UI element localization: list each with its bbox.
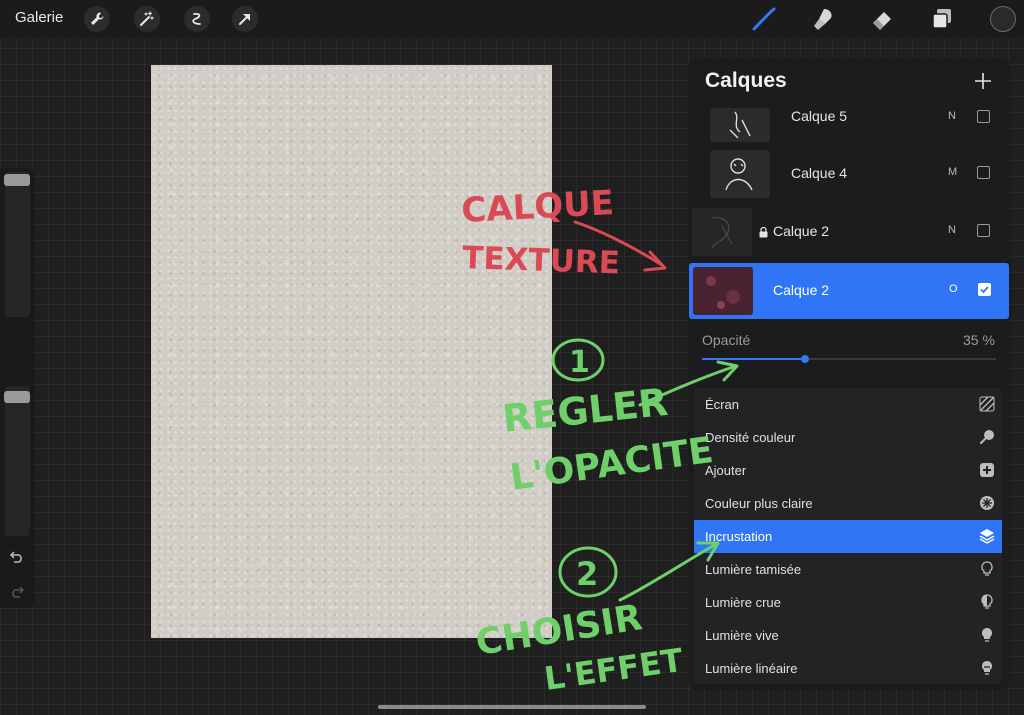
layer-thumbnail bbox=[692, 208, 752, 256]
red-arrow bbox=[573, 220, 664, 267]
plus-square-icon bbox=[980, 463, 994, 477]
layers-stack-icon bbox=[979, 529, 995, 544]
layers-icon[interactable] bbox=[929, 6, 955, 32]
blend-mode-ajouter[interactable]: Ajouter bbox=[694, 454, 1002, 487]
opacity-slider[interactable] bbox=[702, 355, 996, 363]
blend-mode-lumiere-crue[interactable]: Lumière crue bbox=[694, 586, 1002, 619]
bulb-outline-icon bbox=[981, 561, 993, 576]
blend-mode-label: Incrustation bbox=[705, 529, 773, 544]
layer-row[interactable]: Calque 4 M bbox=[688, 146, 1011, 202]
gallery-button[interactable]: Galerie bbox=[15, 9, 63, 26]
layer-thumbnail bbox=[710, 108, 770, 142]
layer-blend-mode[interactable]: N bbox=[948, 110, 956, 122]
layer-row[interactable]: Calque 5 N bbox=[688, 88, 1011, 144]
smudge-icon[interactable] bbox=[810, 6, 836, 32]
opacity-slider-fill bbox=[702, 358, 805, 360]
lock-icon bbox=[759, 225, 768, 243]
opacity-slider-handle[interactable] bbox=[800, 355, 809, 363]
home-indicator bbox=[378, 705, 646, 709]
bulb-linear-icon bbox=[982, 661, 992, 675]
red-arrow-head bbox=[643, 250, 667, 272]
blend-mode-label: Couleur plus claire bbox=[705, 496, 813, 511]
layer-blend-mode[interactable]: M bbox=[948, 166, 957, 178]
blend-mode-lumiere-tamisee[interactable]: Lumière tamisée bbox=[694, 553, 1002, 586]
sparkle-circle-icon bbox=[980, 496, 994, 510]
blend-mode-list: Écran Densité couleur Ajouter Couleur pl… bbox=[694, 388, 1002, 684]
undo-icon[interactable] bbox=[9, 549, 25, 568]
opacity-value: 35 % bbox=[963, 332, 995, 348]
layer-name: Calque 2 bbox=[773, 223, 830, 239]
opacity-label: Opacité bbox=[702, 332, 751, 348]
hatched-square-icon bbox=[979, 396, 995, 412]
layer-name: Calque 4 bbox=[791, 165, 848, 181]
layer-row-selected[interactable]: Calque 2 O bbox=[689, 263, 1009, 319]
blend-mode-label: Lumière crue bbox=[705, 595, 781, 610]
layer-visibility-checkbox[interactable] bbox=[977, 110, 990, 123]
annotation-text: 1 bbox=[569, 345, 590, 380]
blend-mode-label: Densité couleur bbox=[705, 430, 796, 445]
blend-mode-couleur-plus-claire[interactable]: Couleur plus claire bbox=[694, 487, 1002, 520]
check-icon bbox=[980, 286, 989, 294]
layer-row[interactable]: Calque 2 N bbox=[688, 204, 1011, 260]
brush-size-handle[interactable] bbox=[4, 174, 30, 186]
transform-arrow-icon[interactable] bbox=[232, 6, 258, 32]
sidebar-sliders bbox=[0, 168, 35, 608]
eraser-icon[interactable] bbox=[869, 6, 895, 32]
blend-mode-densite-couleur[interactable]: Densité couleur bbox=[694, 421, 1002, 454]
blend-mode-lumiere-vive[interactable]: Lumière vive bbox=[694, 619, 1002, 652]
blend-mode-lumiere-lineaire[interactable]: Lumière linéaire bbox=[694, 652, 1002, 685]
layer-name: Calque 5 bbox=[791, 108, 848, 124]
bulb-half-icon bbox=[981, 594, 993, 609]
brush-opacity-slider[interactable] bbox=[4, 386, 30, 536]
layer-thumbnail bbox=[693, 267, 753, 315]
layer-visibility-checkbox[interactable] bbox=[977, 166, 990, 179]
layer-name: Calque 2 bbox=[773, 282, 830, 298]
step1-circle bbox=[551, 338, 605, 382]
blend-mode-ecran[interactable]: Écran bbox=[694, 388, 1002, 421]
blend-mode-incrustation[interactable]: Incrustation bbox=[694, 520, 1002, 553]
brush-icon[interactable] bbox=[751, 6, 777, 32]
blend-mode-label: Lumière linéaire bbox=[705, 661, 798, 676]
layer-thumbnail bbox=[710, 150, 770, 198]
magic-wand-icon[interactable] bbox=[134, 6, 160, 32]
brush-size-slider[interactable] bbox=[4, 172, 30, 317]
redo-icon[interactable] bbox=[9, 584, 25, 603]
drawing-canvas[interactable] bbox=[151, 65, 552, 638]
annotation-text: 2 bbox=[576, 555, 598, 593]
wrench-icon[interactable] bbox=[84, 6, 110, 32]
layer-visibility-checkbox[interactable] bbox=[977, 224, 990, 237]
blend-mode-label: Ajouter bbox=[705, 463, 747, 478]
bulb-filled-icon bbox=[982, 628, 992, 642]
annotation-text: L'EFFET bbox=[542, 641, 686, 698]
top-toolbar: Galerie bbox=[0, 0, 1024, 38]
blend-mode-label: Lumière tamisée bbox=[705, 562, 802, 577]
brush-opacity-handle[interactable] bbox=[4, 391, 30, 403]
step2-circle bbox=[558, 546, 618, 598]
layers-panel: Calques Calque 5 N Calque 4 M Calque 2 N bbox=[688, 58, 1011, 690]
selection-icon[interactable] bbox=[184, 6, 210, 32]
blend-mode-label: Lumière vive bbox=[705, 628, 779, 643]
layer-blend-mode[interactable]: O bbox=[949, 283, 958, 295]
layer-blend-mode[interactable]: N bbox=[948, 224, 956, 236]
dropper-icon bbox=[980, 430, 994, 444]
color-picker-button[interactable] bbox=[990, 6, 1016, 32]
layer-visibility-checkbox[interactable] bbox=[978, 283, 991, 296]
blend-mode-label: Écran bbox=[705, 397, 739, 412]
